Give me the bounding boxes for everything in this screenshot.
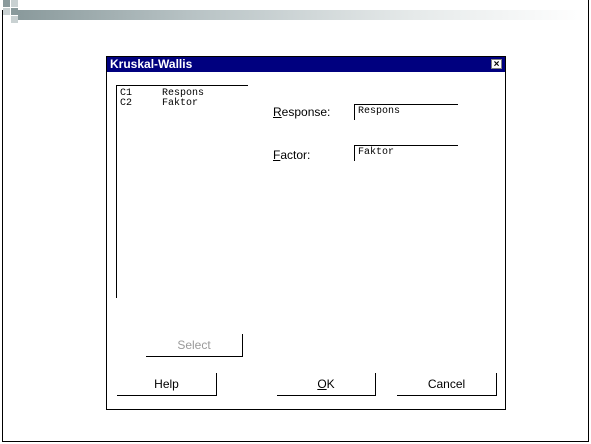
- variable-list[interactable]: C1 Respons C2 Faktor: [116, 85, 248, 298]
- response-label-text: esponse:: [281, 105, 331, 119]
- ok-mnemonic: O: [317, 377, 327, 391]
- response-label: Response:: [273, 105, 330, 119]
- deco-square-1: [3, 0, 10, 7]
- ok-label: K: [326, 377, 335, 391]
- deco-square-5: [11, 16, 18, 23]
- kruskal-wallis-dialog: Kruskal-Wallis × C1 Respons C2 Faktor Re…: [106, 56, 506, 410]
- deco-gradient-bar: [18, 10, 587, 20]
- ok-button[interactable]: OK: [277, 373, 376, 396]
- deco-square-4: [3, 8, 10, 15]
- close-button[interactable]: ×: [491, 59, 502, 70]
- dialog-titlebar[interactable]: Kruskal-Wallis ×: [107, 57, 505, 72]
- response-field[interactable]: Respons: [354, 104, 458, 120]
- factor-label: Factor:: [273, 148, 310, 162]
- dialog-title: Kruskal-Wallis: [110, 57, 193, 71]
- response-label-mnemonic: R: [273, 105, 282, 119]
- deco-square-2: [11, 0, 18, 7]
- select-button[interactable]: Select: [146, 334, 243, 357]
- factor-label-text: actor:: [280, 148, 311, 162]
- variable-column: C2: [120, 98, 133, 109]
- cancel-button[interactable]: Cancel: [397, 373, 497, 396]
- list-item[interactable]: C2 Faktor: [120, 98, 198, 109]
- variable-name: Faktor: [162, 98, 199, 109]
- deco-square-3: [11, 8, 18, 15]
- slide-left-border: [2, 10, 3, 442]
- factor-field[interactable]: Faktor: [354, 145, 458, 161]
- help-button[interactable]: Help: [117, 373, 217, 396]
- close-icon: ×: [493, 59, 500, 70]
